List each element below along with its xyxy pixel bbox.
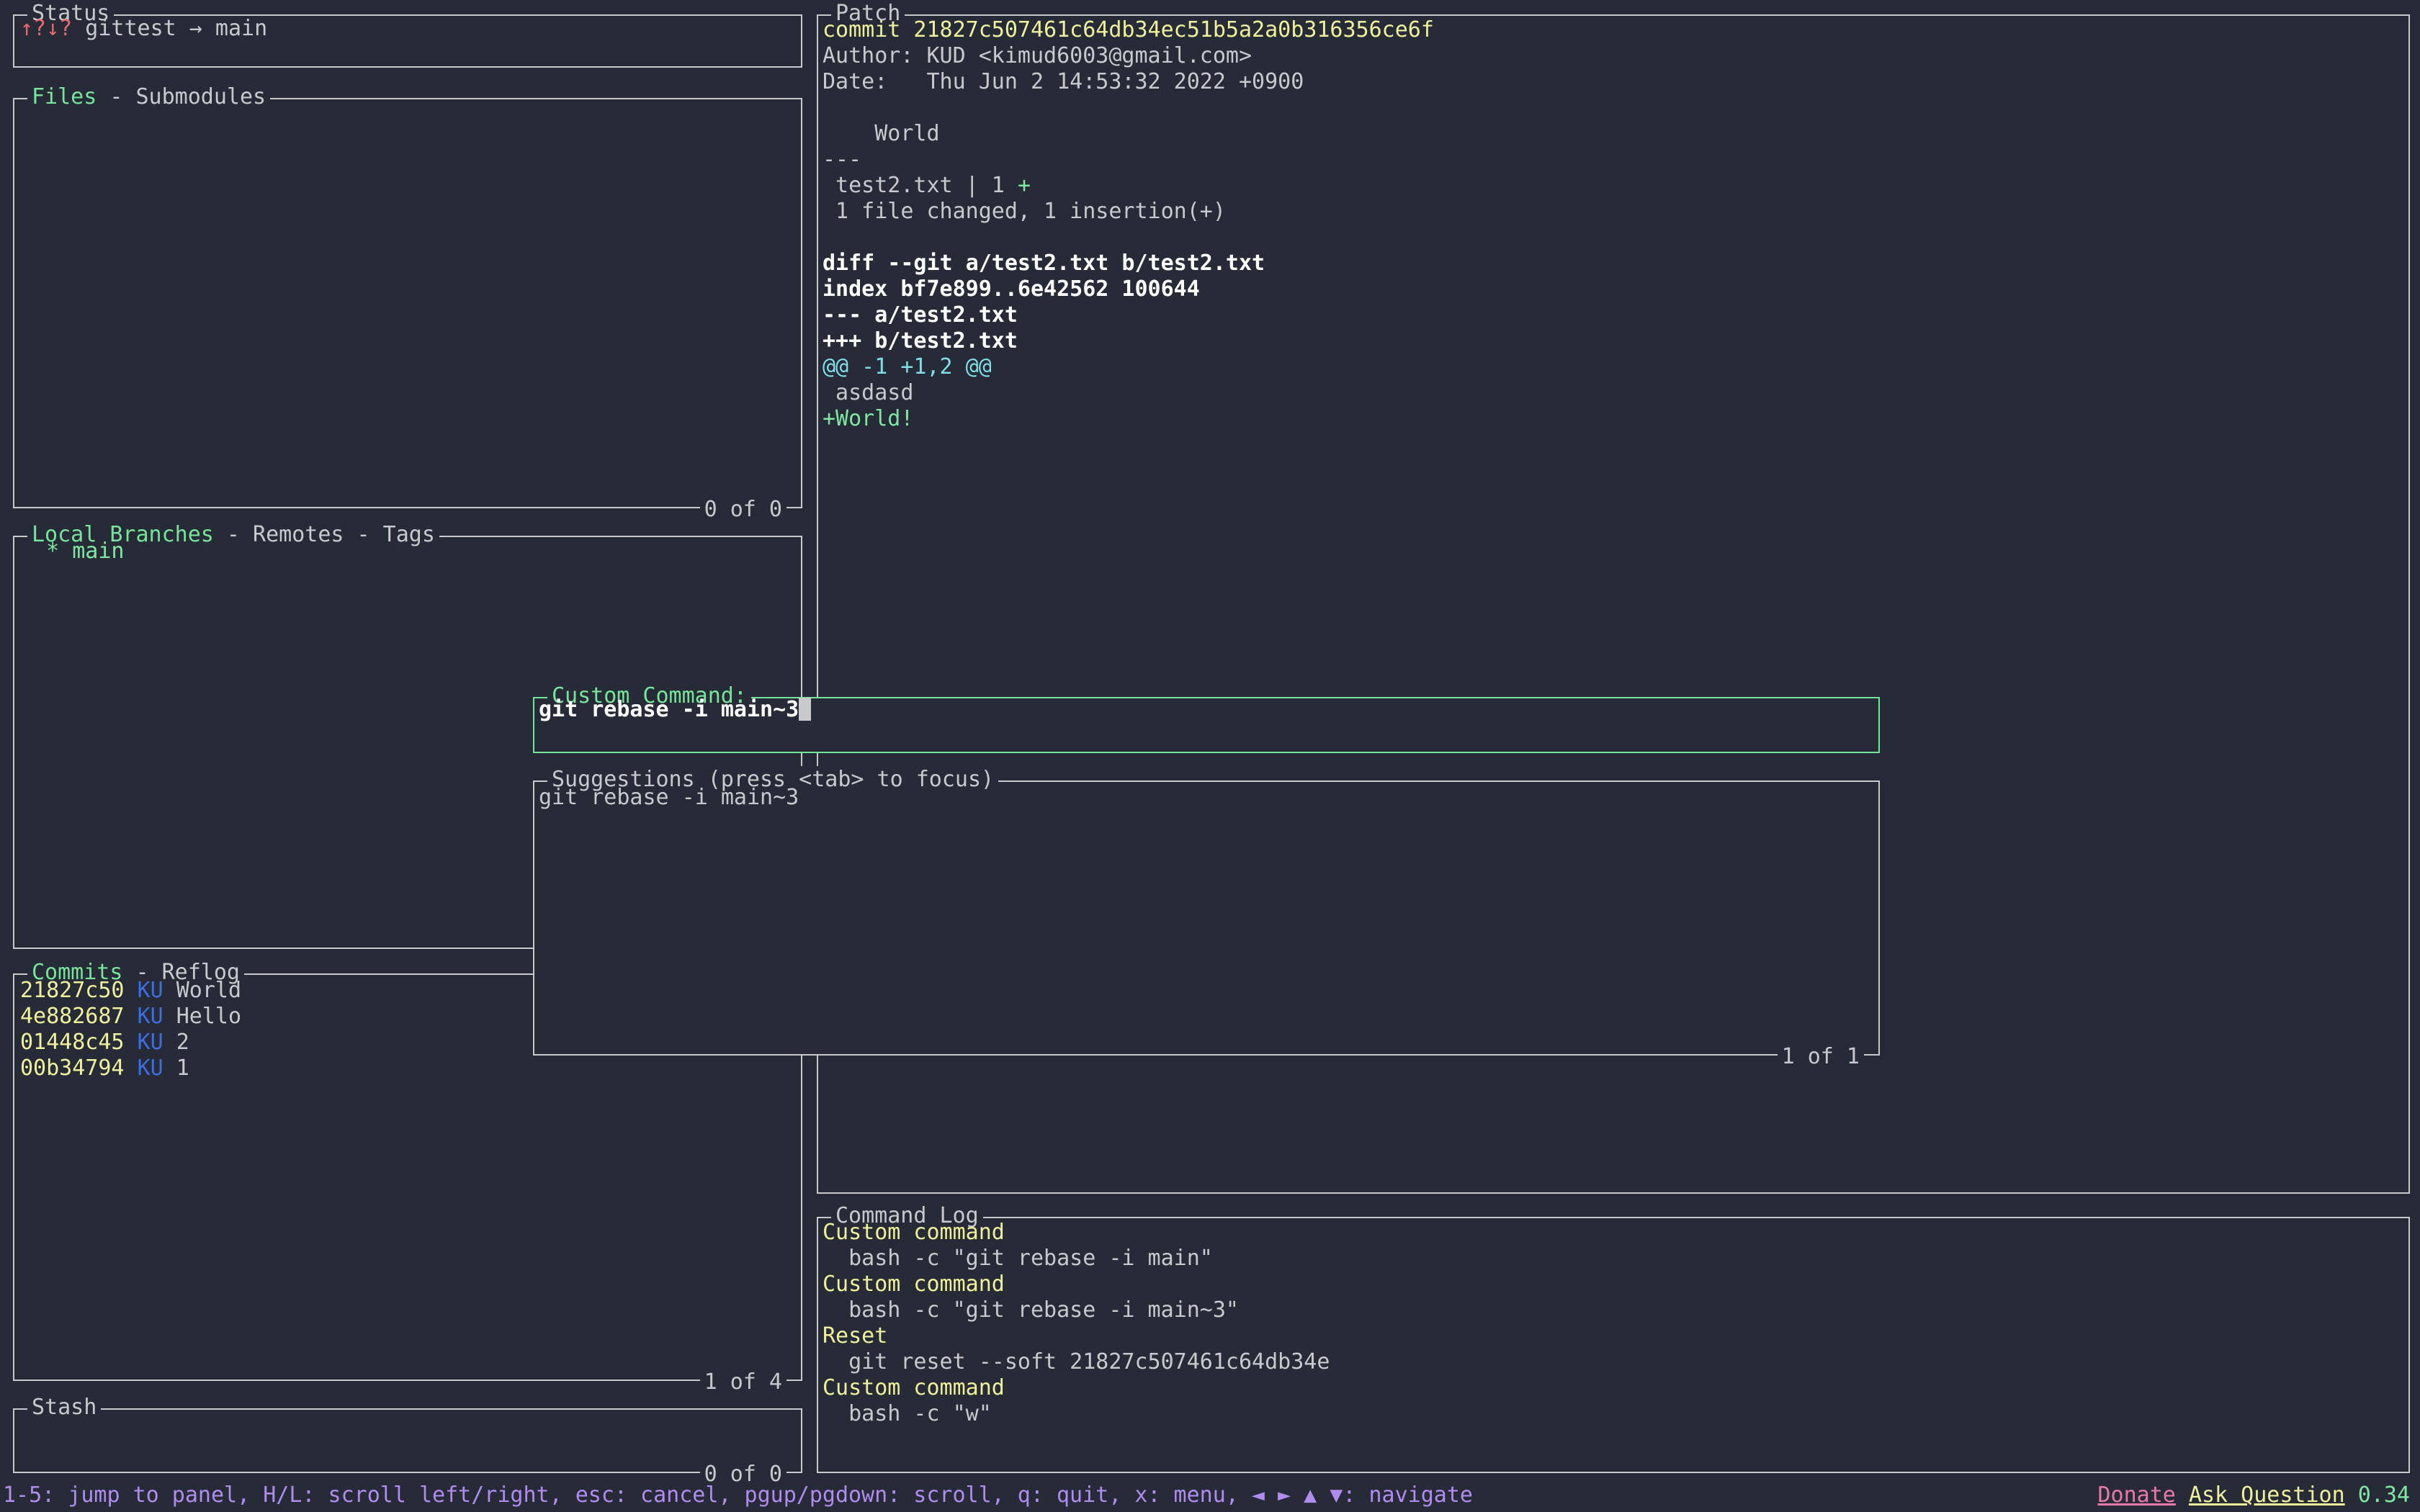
status-line: ↑?↓? gittest → main — [20, 16, 797, 42]
panel-command-log[interactable]: Command Log Custom command bash -c "git … — [817, 1217, 2410, 1473]
log-entry-command: git reset --soft 21827c507461c64db34e — [823, 1349, 2404, 1375]
dialog-suggestions[interactable]: Suggestions (press <tab> to focus) 1 of … — [533, 780, 1880, 1056]
log-entry-label: Custom command — [823, 1272, 2404, 1297]
commit-hash: 01448c45 — [20, 1030, 125, 1055]
panel-files[interactable]: Files - Submodules 0 of 0 — [13, 98, 802, 508]
commit-author: KU — [138, 978, 163, 1003]
panel-stash[interactable]: Stash 0 of 0 — [13, 1408, 802, 1473]
patch-stat-plus: + — [1018, 173, 1031, 198]
ask-question-link[interactable]: Ask Question — [2189, 1482, 2345, 1508]
custom-command-value: git rebase -i main~3 — [539, 697, 799, 722]
command-log-content[interactable]: Custom command bash -c "git rebase -i ma… — [823, 1220, 2404, 1469]
log-entry-command: bash -c "git rebase -i main" — [823, 1246, 2404, 1272]
patch-line: commit 21827c507461c64db34ec51b5a2a0b316… — [823, 17, 2404, 43]
commit-hash: 21827c50 — [20, 978, 125, 1003]
status-bar: 1-5: jump to panel, H/L: scroll left/rig… — [0, 1479, 2420, 1512]
keybindings-hint: 1-5: jump to panel, H/L: scroll left/rig… — [3, 1480, 1473, 1511]
dialog-custom-command[interactable]: Custom Command: git rebase -i main~3 — [533, 697, 1880, 753]
log-entry-label: Reset — [823, 1323, 2404, 1349]
log-entry-label: Custom command — [823, 1220, 2404, 1246]
log-entry-command: bash -c "w" — [823, 1401, 2404, 1427]
patch-line: 1 file changed, 1 insertion(+) — [823, 199, 2404, 225]
patch-line: Date: Thu Jun 2 14:53:32 2022 +0900 — [823, 69, 2404, 95]
panel-status[interactable]: Status ↑?↓? gittest → main — [13, 14, 802, 68]
patch-line: --- a/test2.txt — [823, 302, 2404, 328]
commit-message: Hello — [176, 1004, 241, 1029]
donate-link[interactable]: Donate — [2098, 1482, 2176, 1508]
patch-line: --- — [823, 147, 2404, 173]
commit-author: KU — [138, 1056, 163, 1081]
custom-command-input-wrap[interactable]: git rebase -i main~3 — [539, 697, 1874, 749]
branch-current-marker: * — [20, 539, 72, 564]
patch-line-added: +World! — [823, 406, 2404, 432]
commit-hash: 4e882687 — [20, 1004, 125, 1029]
patch-line-blank — [823, 95, 2404, 121]
patch-line: test2.txt | 1 + — [823, 173, 2404, 199]
patch-line-context: asdasd — [823, 380, 2404, 406]
version-label: 0.34 — [2358, 1482, 2410, 1508]
footer-links: Donate Ask Question 0.34 — [2098, 1480, 2411, 1511]
stash-list[interactable] — [20, 1414, 797, 1469]
files-list[interactable] — [20, 104, 797, 504]
patch-line: diff --git a/test2.txt b/test2.txt — [823, 251, 2404, 276]
status-body: ↑?↓? gittest → main — [20, 16, 797, 63]
commit-author: KU — [138, 1004, 163, 1029]
patch-stat-file: test2.txt | 1 — [823, 173, 1018, 198]
suggestions-list[interactable]: git rebase -i main~3 — [539, 785, 1874, 1051]
log-entry-command: bash -c "git rebase -i main~3" — [823, 1297, 2404, 1323]
commit-message: 1 — [176, 1056, 189, 1081]
ahead-behind-indicator: ↑?↓? — [20, 16, 72, 41]
patch-line-blank — [823, 225, 2404, 251]
patch-hunk-header: @@ -1 +1,2 @@ — [823, 354, 2404, 380]
branch-name: main — [72, 539, 124, 564]
patch-line: index bf7e899..6e42562 100644 — [823, 276, 2404, 302]
commit-author: KU — [138, 1030, 163, 1055]
text-cursor — [799, 698, 811, 721]
log-entry-label: Custom command — [823, 1375, 2404, 1401]
table-row[interactable]: 00b34794 KU 1 — [20, 1056, 797, 1081]
commit-hash: 00b34794 — [20, 1056, 125, 1081]
commit-message: 2 — [176, 1030, 189, 1055]
patch-line: Author: KUD <kimud6003@gmail.com> — [823, 43, 2404, 69]
commit-message: World — [176, 978, 241, 1003]
patch-line: World — [823, 121, 2404, 147]
patch-line: +++ b/test2.txt — [823, 328, 2404, 354]
list-item[interactable]: * main — [20, 539, 797, 564]
list-item[interactable]: git rebase -i main~3 — [539, 785, 1874, 811]
repo-branch-label: gittest → main — [72, 16, 267, 41]
custom-command-input[interactable]: git rebase -i main~3 — [539, 697, 1874, 723]
